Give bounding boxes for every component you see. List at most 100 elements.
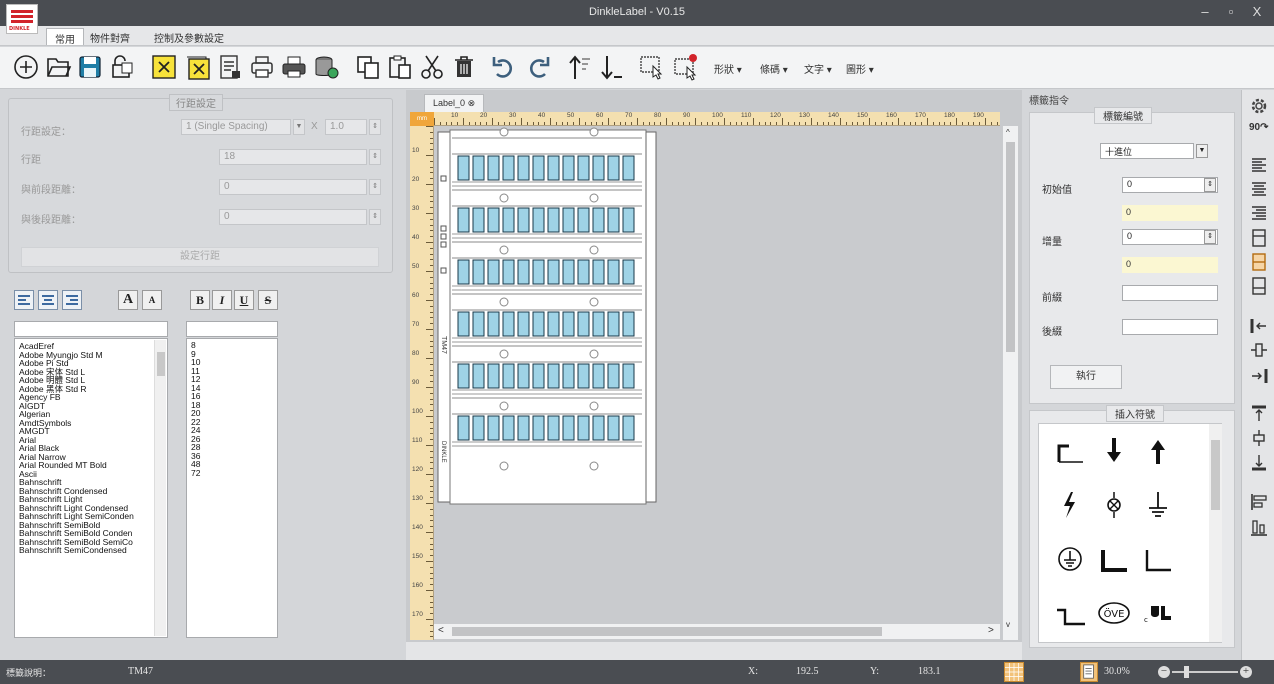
- line-height-spinner[interactable]: ⇕: [369, 149, 381, 165]
- step-thin-symbol-icon[interactable]: [1141, 542, 1175, 576]
- text-align-center-icon[interactable]: [1249, 180, 1269, 200]
- font-size-item[interactable]: 72: [187, 468, 277, 478]
- italic-button[interactable]: I: [212, 290, 232, 310]
- align-object-left-icon[interactable]: [1249, 316, 1269, 336]
- start-spinner[interactable]: ⇕: [1204, 178, 1216, 192]
- text-align-right-icon[interactable]: [1249, 204, 1269, 224]
- step-bold-symbol-icon[interactable]: [1097, 542, 1131, 576]
- copy-icon[interactable]: [354, 53, 382, 81]
- grid-toggle-icon[interactable]: [1004, 662, 1024, 682]
- prefix-input[interactable]: [1122, 285, 1218, 301]
- save-icon[interactable]: [76, 53, 104, 81]
- zoom-slider-thumb[interactable]: [1184, 666, 1189, 678]
- align-object-top-icon[interactable]: [1249, 404, 1269, 424]
- minimize-button[interactable]: –: [1196, 4, 1214, 19]
- ground-symbol-icon[interactable]: [1141, 488, 1175, 522]
- new-icon[interactable]: [12, 53, 40, 81]
- align-left-icon[interactable]: [14, 290, 34, 310]
- select-delete-icon[interactable]: [672, 53, 700, 81]
- horizontal-scroll-thumb[interactable]: [452, 627, 882, 636]
- protective-earth-symbol-icon[interactable]: [1053, 542, 1087, 576]
- close-tab-icon[interactable]: ⊗: [468, 98, 476, 108]
- select-icon[interactable]: [638, 53, 666, 81]
- execute-button[interactable]: 執行: [1050, 365, 1122, 389]
- font-name-input[interactable]: [14, 321, 168, 337]
- align-object-middle-icon[interactable]: [1249, 428, 1269, 448]
- distribute-vertical-icon[interactable]: [1249, 518, 1269, 538]
- close-doc-icon[interactable]: [150, 53, 178, 81]
- font-list-scrollbar[interactable]: [154, 340, 166, 636]
- symbol-list-scrollbar[interactable]: [1209, 424, 1222, 642]
- barcode-dropdown[interactable]: 條碼 ▾: [760, 61, 788, 76]
- font-list-item[interactable]: Arial Rounded MT Bold: [15, 461, 167, 470]
- space-before-spinner[interactable]: ⇕: [369, 179, 381, 195]
- label-sheet[interactable]: [434, 126, 1000, 623]
- label-canvas[interactable]: TM47 DINKLE: [434, 126, 1000, 623]
- scroll-right-icon[interactable]: >: [988, 625, 994, 636]
- line-spacing-select[interactable]: 1 (Single Spacing): [181, 119, 291, 135]
- bold-button[interactable]: B: [190, 290, 210, 310]
- text-align-left-icon[interactable]: [1249, 156, 1269, 176]
- font-size-item[interactable]: 20: [187, 409, 277, 418]
- font-size-item[interactable]: 22: [187, 417, 277, 427]
- font-size-item[interactable]: 9: [187, 349, 277, 359]
- font-size-item[interactable]: 36: [187, 451, 277, 461]
- horizontal-scrollbar[interactable]: < >: [434, 623, 1000, 639]
- strikethrough-button[interactable]: S: [258, 290, 278, 310]
- zoom-in-icon[interactable]: +: [1240, 666, 1252, 678]
- align-object-bottom-icon[interactable]: [1249, 452, 1269, 472]
- valign-middle-icon[interactable]: [1249, 252, 1269, 272]
- space-before-input[interactable]: 0: [219, 179, 367, 195]
- tab-control-settings[interactable]: 控制及參數設定: [146, 28, 232, 45]
- font-list[interactable]: AcadEref Adobe Myungjo Std M Adobe Pi Std A…: [14, 338, 168, 638]
- number-format-select[interactable]: 十進位: [1100, 143, 1194, 159]
- apply-spacing-button[interactable]: 設定行距: [21, 247, 379, 267]
- paste-icon[interactable]: [386, 53, 414, 81]
- database-icon[interactable]: [312, 53, 340, 81]
- close-button[interactable]: X: [1248, 4, 1266, 19]
- font-size-input[interactable]: [186, 321, 278, 337]
- align-center-icon[interactable]: [38, 290, 58, 310]
- print-icon[interactable]: [280, 53, 308, 81]
- arrow-up-symbol-icon[interactable]: [1141, 434, 1175, 468]
- suffix-input[interactable]: [1122, 319, 1218, 335]
- settings-gear-icon[interactable]: [1249, 96, 1269, 116]
- restore-button[interactable]: ▫: [1222, 4, 1240, 19]
- space-after-input[interactable]: 0: [219, 209, 367, 225]
- text-dropdown[interactable]: 文字 ▾: [804, 61, 832, 76]
- lightning-symbol-icon[interactable]: [1053, 488, 1087, 522]
- font-list-item[interactable]: AMGDT: [15, 427, 167, 436]
- font-size-item[interactable]: 8: [187, 341, 277, 350]
- bracket-symbol-icon[interactable]: [1053, 434, 1087, 468]
- font-size-item[interactable]: 12: [187, 375, 277, 384]
- bring-forward-icon[interactable]: [566, 53, 594, 81]
- font-size-item[interactable]: 14: [187, 383, 277, 393]
- step-low-symbol-icon[interactable]: [1053, 596, 1087, 630]
- font-size-item[interactable]: 24: [187, 426, 277, 435]
- dinkle-logo[interactable]: DINKLE: [6, 4, 38, 34]
- page-view-icon[interactable]: [1080, 662, 1098, 682]
- valign-bottom-icon[interactable]: [1249, 276, 1269, 296]
- font-size-item[interactable]: 48: [187, 460, 277, 469]
- font-size-item[interactable]: 28: [187, 443, 277, 452]
- font-bigger-button[interactable]: A: [118, 290, 138, 310]
- space-after-spinner[interactable]: ⇕: [369, 209, 381, 225]
- multiplier-input[interactable]: 1.0: [325, 119, 367, 135]
- rotate-90-icon[interactable]: 90↷: [1249, 122, 1269, 142]
- ruler-unit[interactable]: mm: [410, 112, 434, 126]
- save-as-icon[interactable]: [108, 53, 136, 81]
- delete-icon[interactable]: [450, 53, 478, 81]
- close-all-icon[interactable]: [184, 53, 212, 81]
- font-size-list[interactable]: 8 9 10 11 12 14 16 18 20 22 24 26 28 36 48 72: [186, 338, 278, 638]
- font-list-item[interactable]: Bahnschrift SemiCondensed: [15, 546, 167, 555]
- ul-mark-icon[interactable]: c: [1141, 596, 1175, 630]
- ove-mark-icon[interactable]: ÖVE: [1097, 596, 1131, 630]
- underline-button[interactable]: U: [234, 290, 254, 310]
- open-icon[interactable]: [44, 53, 72, 81]
- doc-tab[interactable]: Label_0 ⊗: [424, 94, 485, 112]
- tab-home[interactable]: 常用: [46, 28, 84, 46]
- align-object-center-icon[interactable]: [1249, 340, 1269, 360]
- shape-dropdown[interactable]: 形狀 ▾: [714, 61, 742, 76]
- cut-icon[interactable]: [418, 53, 446, 81]
- font-size-item[interactable]: 18: [187, 400, 277, 410]
